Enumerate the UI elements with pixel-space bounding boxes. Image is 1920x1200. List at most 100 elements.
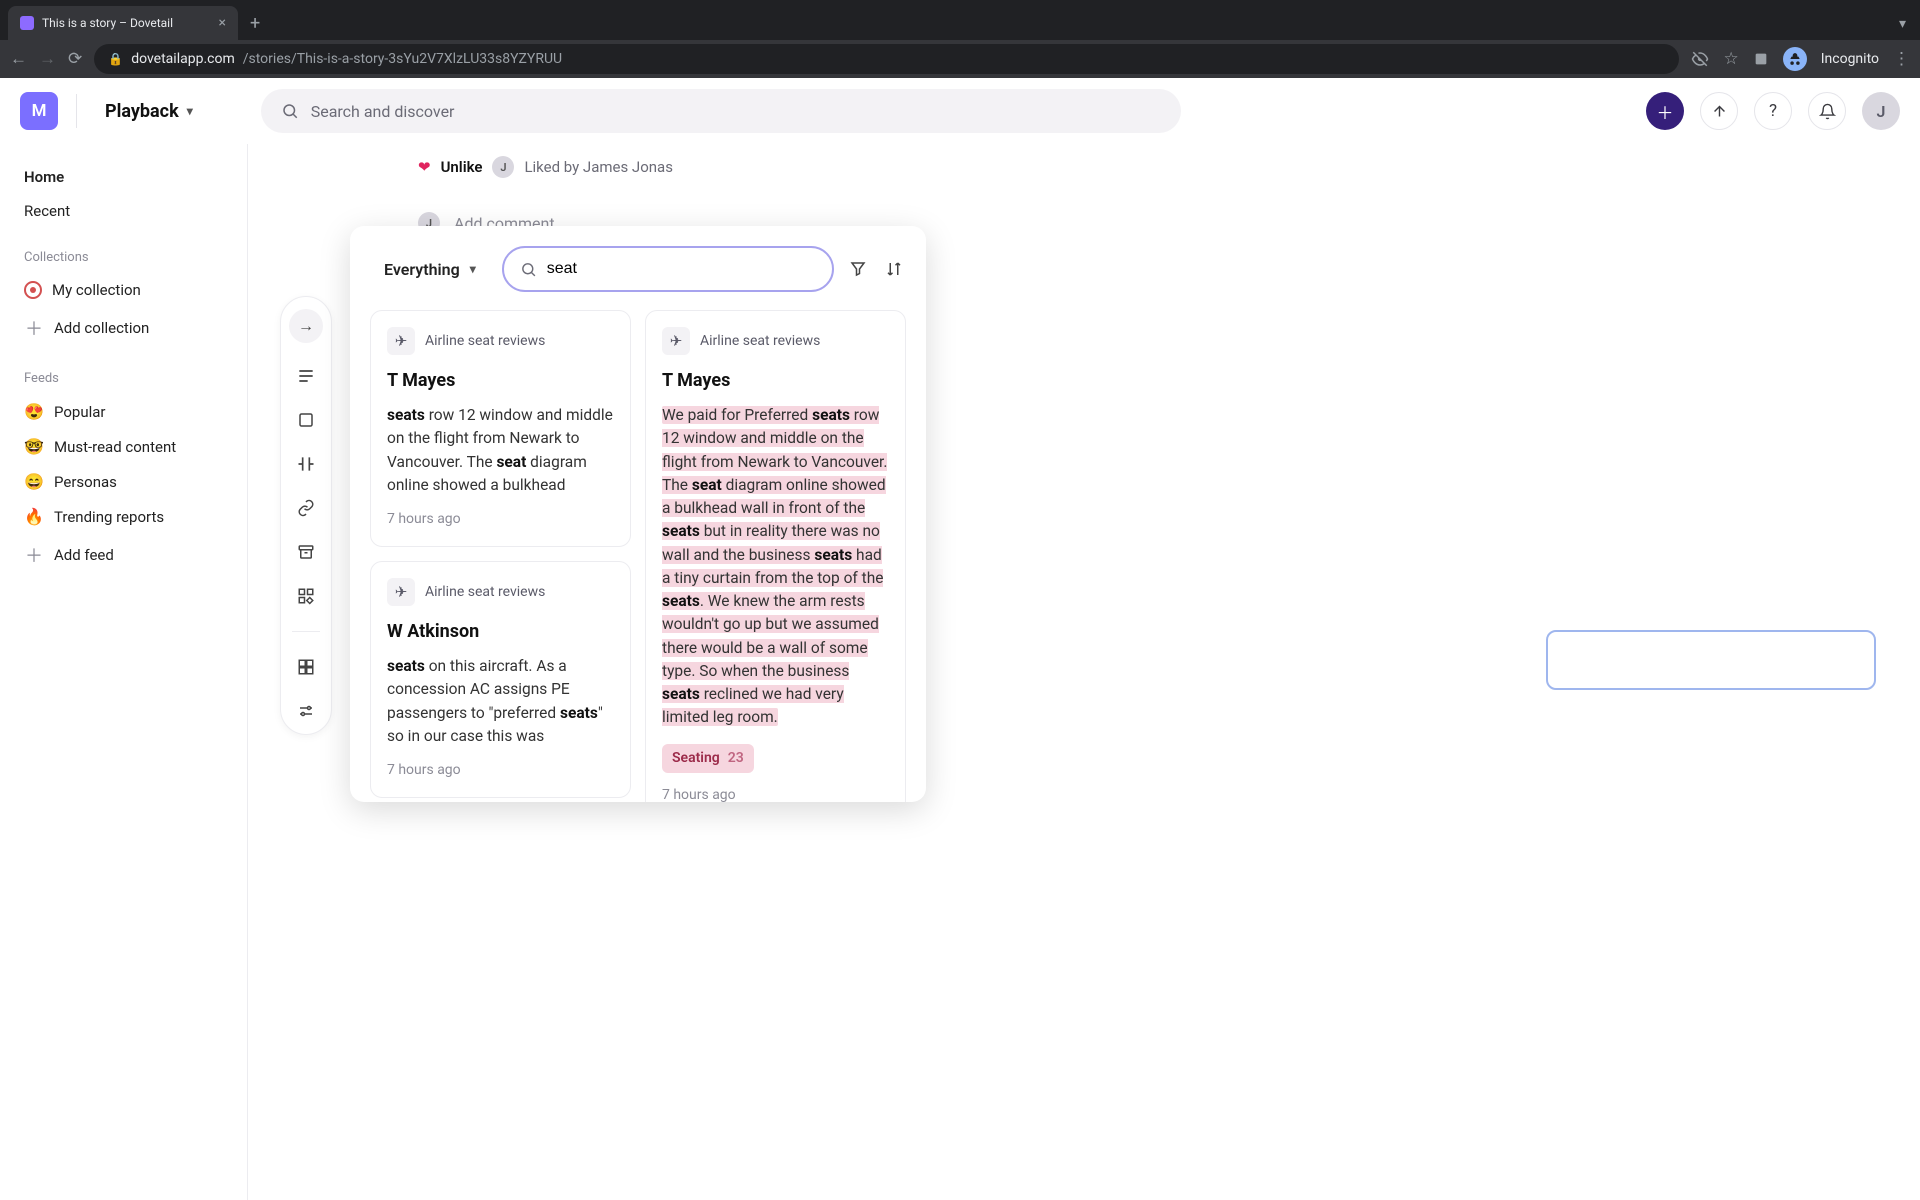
extensions-icon[interactable]: [1753, 51, 1769, 67]
link-icon[interactable]: [295, 497, 317, 519]
archive-icon[interactable]: [295, 541, 317, 563]
close-tab-icon[interactable]: ×: [219, 15, 226, 31]
floating-input[interactable]: [1546, 630, 1876, 690]
plus-icon: ＋: [24, 542, 44, 568]
liker-avatar: J: [492, 156, 514, 178]
text-width-icon[interactable]: [295, 365, 317, 387]
popover-toolbar: Everything ▾: [370, 246, 906, 292]
sidebar-feed-personas[interactable]: 😄 Personas: [18, 464, 229, 499]
like-row: ❤ Unlike J Liked by James Jonas: [418, 156, 1880, 178]
product-switcher[interactable]: Playback ▾: [95, 95, 203, 128]
grid-icon[interactable]: [295, 656, 317, 678]
browser-tab[interactable]: This is a story – Dovetail ×: [8, 6, 238, 40]
rail-arrow-icon[interactable]: →: [289, 309, 323, 343]
new-tab-button[interactable]: +: [250, 13, 260, 34]
results-col-right: ✈ Airline seat reviews T Mayes We paid f…: [645, 310, 906, 802]
results-col-left: ✈ Airline seat reviews T Mayes seats row…: [370, 310, 631, 802]
header-actions: ＋ ? J: [1646, 92, 1900, 130]
search-scope-dropdown[interactable]: Everything ▾: [370, 250, 490, 289]
emoji-icon: 😍: [24, 402, 44, 421]
app-root: M Playback ▾ Search and discover ＋ ? J: [0, 78, 1920, 1200]
app-body: Home Recent Collections My collection ＋ …: [0, 144, 1920, 1200]
sidebar-feed-mustread[interactable]: 🤓 Must-read content: [18, 429, 229, 464]
result-title: T Mayes: [662, 367, 889, 394]
workspace-badge[interactable]: M: [20, 92, 58, 130]
result-snippet: seats row 12 window and middle on the fl…: [387, 404, 614, 497]
search-results: ✈ Airline seat reviews T Mayes seats row…: [370, 310, 906, 802]
main-canvas: ❤ Unlike J Liked by James Jonas J Add co…: [248, 144, 1920, 1200]
back-icon[interactable]: ←: [10, 49, 27, 69]
note-icon[interactable]: [295, 409, 317, 431]
url-path: /stories/This-is-a-story-3sYu2V7XlzLU33s…: [243, 51, 562, 67]
browser-toolbar: ← → ⟳ 🔒 dovetailapp.com/stories/This-is-…: [0, 40, 1920, 78]
filter-icon[interactable]: [846, 257, 870, 281]
result-timestamp: 7 hours ago: [387, 760, 614, 781]
result-card[interactable]: ✈ Airline seat reviews W Atkinson seats …: [370, 561, 631, 798]
result-title: W Atkinson: [387, 618, 614, 645]
incognito-label: Incognito: [1821, 51, 1879, 67]
tab-overflow-icon[interactable]: ▾: [1885, 8, 1920, 40]
liked-by-text: Liked by James Jonas: [524, 158, 673, 176]
sidebar-section-collections: Collections: [24, 250, 223, 265]
sidebar-add-feed[interactable]: ＋ Add feed: [18, 534, 229, 576]
lock-icon: 🔒: [108, 52, 123, 66]
rail-separator: [292, 631, 320, 632]
bell-icon[interactable]: [1808, 92, 1846, 130]
popover-search-field[interactable]: [502, 246, 834, 292]
sidebar-home[interactable]: Home: [18, 160, 229, 194]
create-button[interactable]: ＋: [1646, 92, 1684, 130]
plane-icon: ✈: [387, 327, 415, 355]
story-header: ❤ Unlike J Liked by James Jonas J Add co…: [418, 156, 1880, 234]
incognito-icon[interactable]: [1783, 47, 1807, 71]
address-bar[interactable]: 🔒 dovetailapp.com/stories/This-is-a-stor…: [94, 44, 1679, 74]
popover-search-input[interactable]: [547, 260, 816, 278]
result-title: T Mayes: [387, 367, 614, 394]
sidebar-feed-popular[interactable]: 😍 Popular: [18, 394, 229, 429]
chevron-down-icon: ▾: [470, 262, 476, 276]
product-name: Playback: [105, 101, 179, 122]
plane-icon: ✈: [662, 327, 690, 355]
result-card[interactable]: ✈ Airline seat reviews T Mayes seats row…: [370, 310, 631, 547]
widgets-icon[interactable]: [295, 585, 317, 607]
sidebar-section-feeds: Feeds: [24, 371, 223, 386]
tag-pill[interactable]: Seating 23: [662, 744, 754, 773]
heart-icon[interactable]: ❤: [418, 158, 431, 176]
sidebar-item-mycollection[interactable]: My collection: [18, 273, 229, 307]
sort-icon[interactable]: [882, 257, 906, 281]
global-search-placeholder: Search and discover: [311, 102, 455, 121]
forward-icon[interactable]: →: [39, 49, 56, 69]
chevron-down-icon: ▾: [187, 104, 193, 118]
result-timestamp: 7 hours ago: [387, 509, 614, 530]
help-icon[interactable]: ?: [1754, 92, 1792, 130]
url-host: dovetailapp.com: [131, 51, 235, 67]
search-popover: Everything ▾: [350, 226, 926, 802]
search-icon: [281, 102, 299, 120]
emoji-icon: 😄: [24, 472, 44, 491]
sidebar-add-collection[interactable]: ＋ Add collection: [18, 307, 229, 349]
reload-icon[interactable]: ⟳: [68, 49, 82, 69]
kebab-icon[interactable]: ⋮: [1893, 49, 1910, 69]
favicon-icon: [20, 16, 34, 30]
result-card[interactable]: ✈ Airline seat reviews T Mayes We paid f…: [645, 310, 906, 802]
result-timestamp: 7 hours ago: [662, 785, 889, 803]
sidebar-recent[interactable]: Recent: [18, 194, 229, 228]
sidebar-feed-trending[interactable]: 🔥 Trending reports: [18, 499, 229, 534]
tab-strip: This is a story – Dovetail × + ▾: [0, 0, 1920, 40]
settings-sliders-icon[interactable]: [295, 700, 317, 722]
eye-off-icon[interactable]: [1691, 50, 1709, 68]
browser-chrome: This is a story – Dovetail × + ▾ ← → ⟳ 🔒…: [0, 0, 1920, 78]
star-icon[interactable]: ☆: [1723, 49, 1738, 69]
result-project: Airline seat reviews: [425, 331, 545, 352]
send-icon[interactable]: [1700, 92, 1738, 130]
format-rail: →: [280, 296, 332, 735]
plus-icon: ＋: [24, 315, 44, 341]
columns-icon[interactable]: [295, 453, 317, 475]
user-avatar[interactable]: J: [1862, 92, 1900, 130]
plane-icon: ✈: [387, 578, 415, 606]
tab-title: This is a story – Dovetail: [42, 16, 173, 30]
emoji-icon: 🔥: [24, 507, 44, 526]
unlike-button[interactable]: Unlike: [441, 158, 483, 176]
result-project: Airline seat reviews: [425, 582, 545, 603]
result-snippet: seats on this aircraft. As a concession …: [387, 655, 614, 748]
global-search[interactable]: Search and discover: [261, 89, 1181, 133]
